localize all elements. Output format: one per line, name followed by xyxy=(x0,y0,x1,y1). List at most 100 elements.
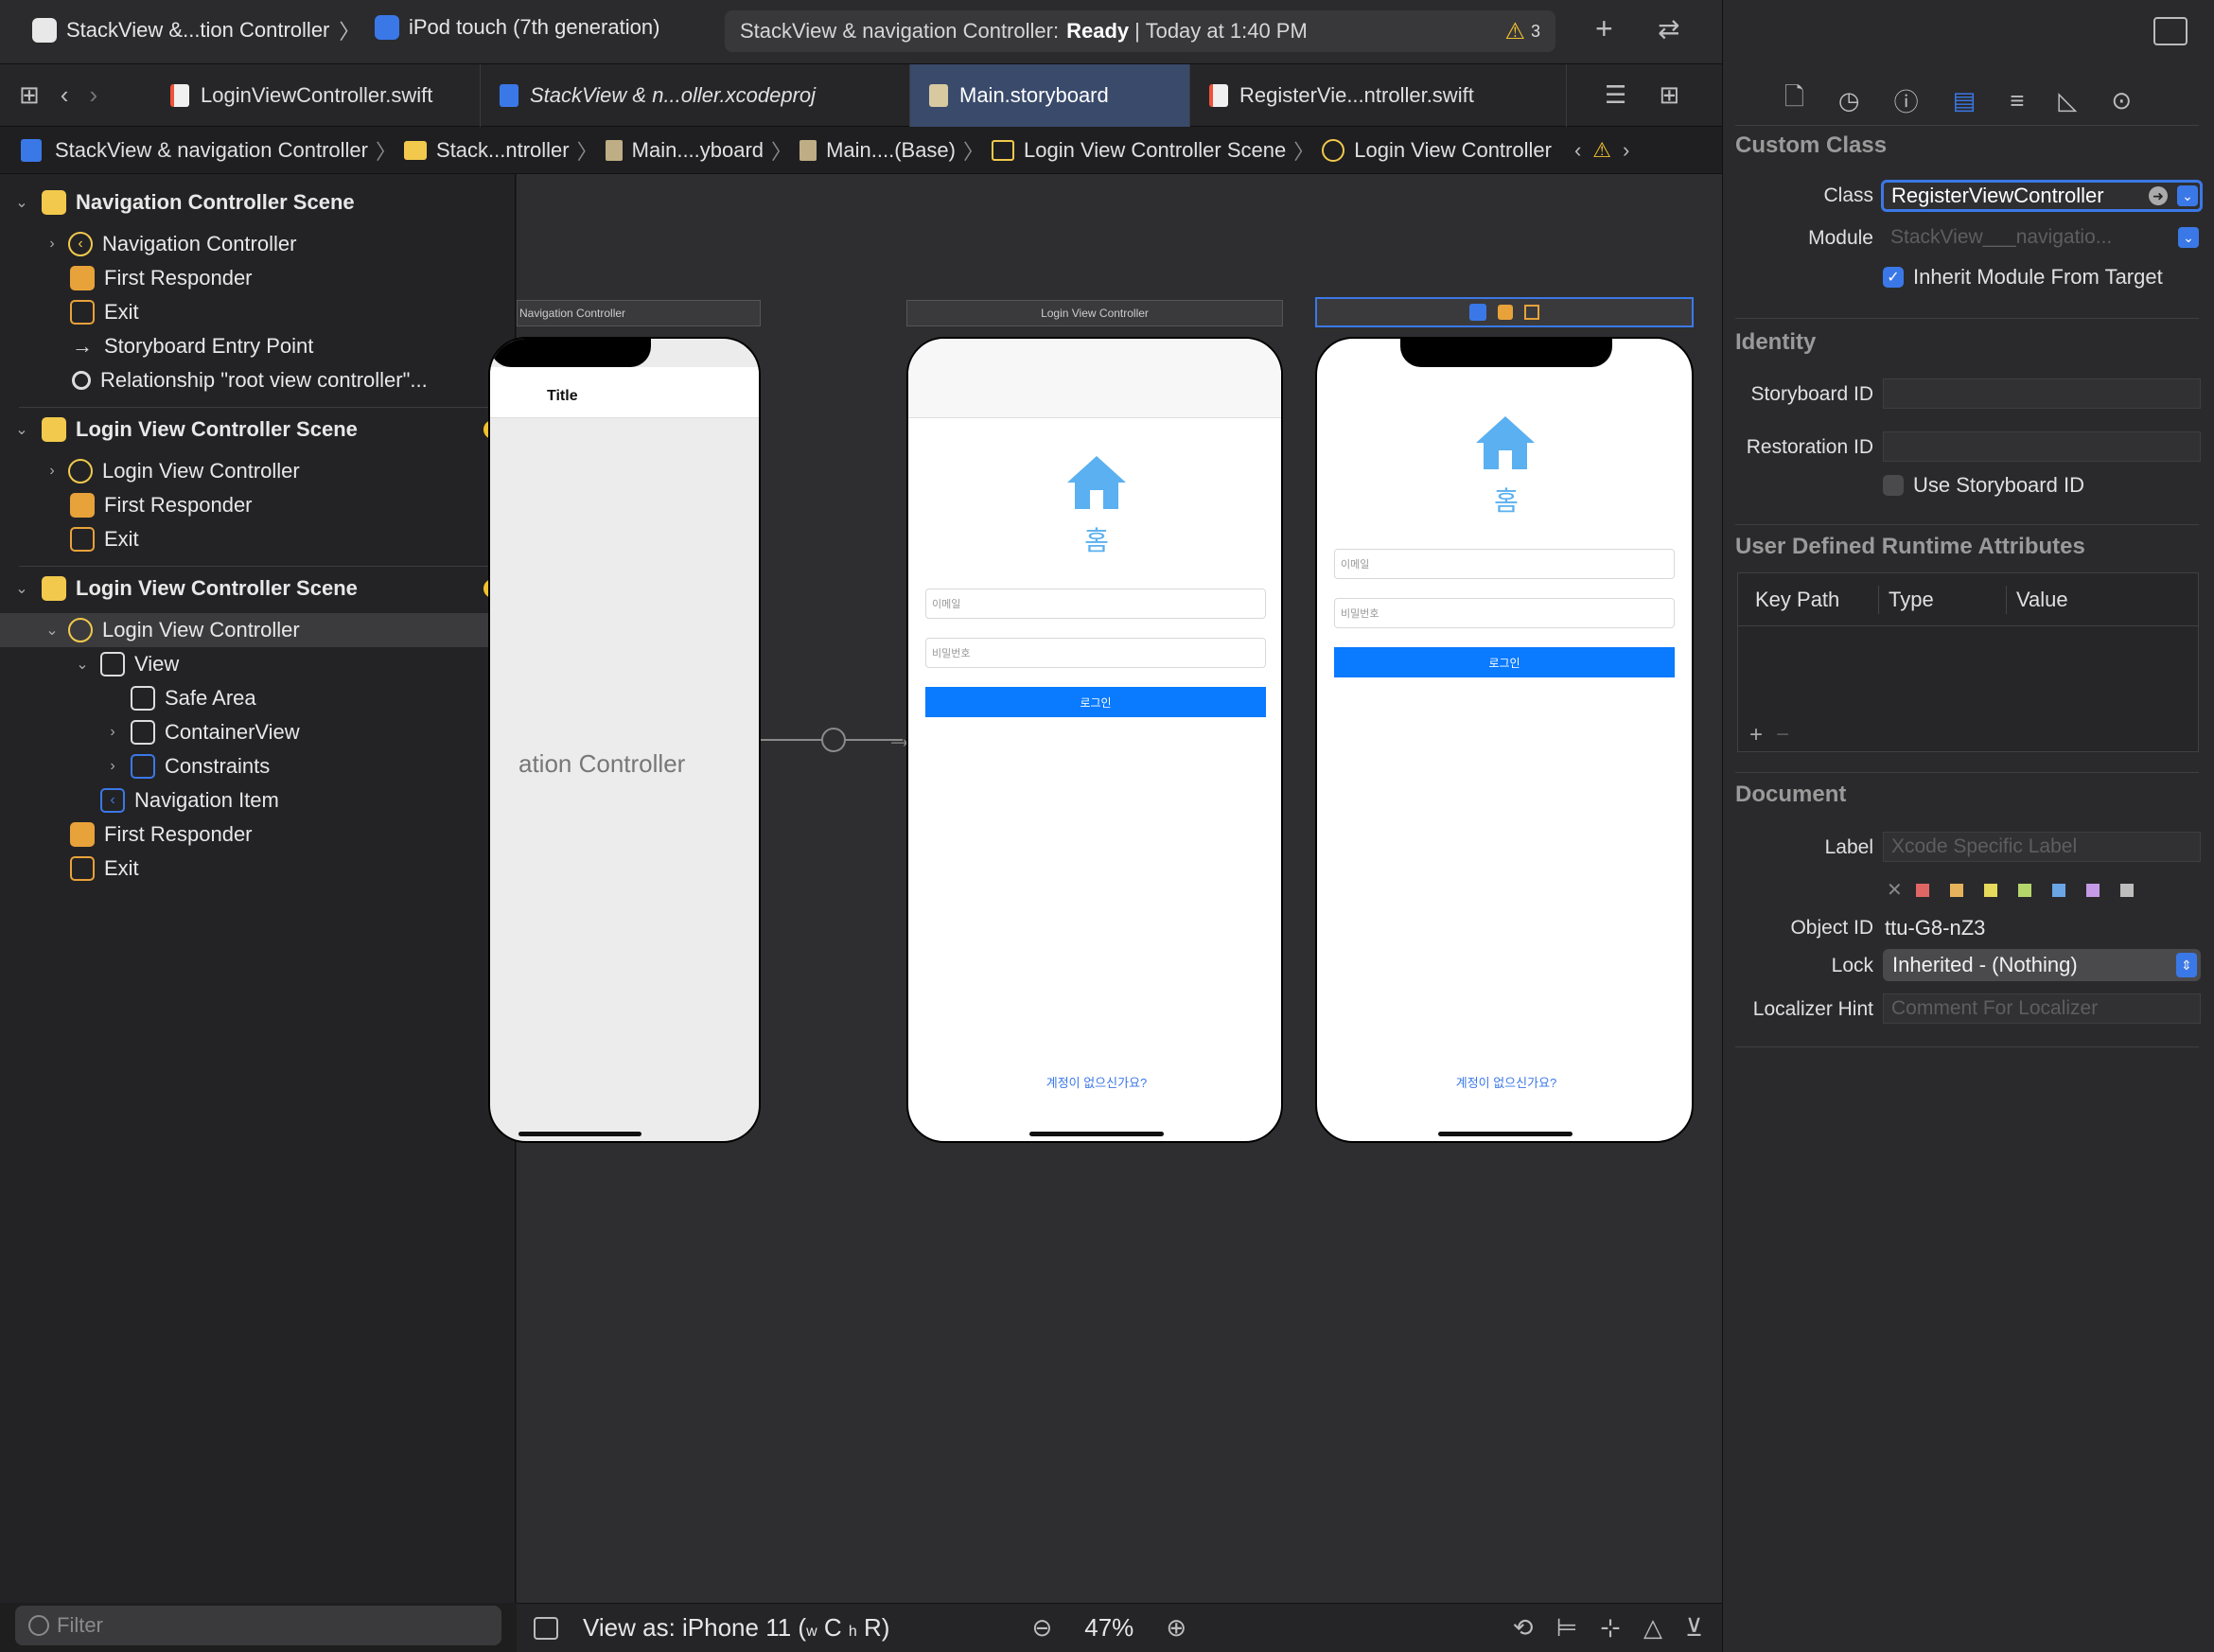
login-button[interactable]: 로그인 xyxy=(925,687,1266,717)
breadcrumb-storyboard[interactable]: Main....yboard xyxy=(632,138,764,163)
scheme-selector[interactable]: StackView &...tion Controller 〉 xyxy=(32,15,360,45)
embed-in-icon[interactable]: ⊻ xyxy=(1685,1613,1703,1643)
disclosure-right-icon[interactable]: › xyxy=(42,463,62,480)
outline-item-first-responder[interactable]: First Responder xyxy=(0,817,516,852)
device-selector[interactable]: iPod touch (7th generation) xyxy=(375,15,659,40)
help-inspector-icon[interactable]: ⓘ xyxy=(1894,83,1919,118)
swatch-green[interactable] xyxy=(2017,883,2031,897)
align-icon[interactable]: ⊨ xyxy=(1556,1613,1578,1643)
disclosure-right-icon[interactable]: › xyxy=(102,758,123,775)
swap-icon[interactable]: ⇄ xyxy=(1658,13,1679,44)
restoration-id-field[interactable] xyxy=(1883,431,2201,462)
outline-filter[interactable]: Filter xyxy=(15,1606,501,1645)
scene-dock-navigation[interactable]: Navigation Controller xyxy=(517,300,761,326)
outline-scene-login-2[interactable]: ⌄ Login View Controller Scene ➜ xyxy=(0,571,516,606)
password-field[interactable]: 비밀번호 xyxy=(1334,598,1675,628)
outline-item-exit[interactable]: Exit xyxy=(0,522,516,556)
swatch-yellow[interactable] xyxy=(1983,883,1997,897)
back-icon[interactable]: ‹ xyxy=(61,80,69,110)
add-icon[interactable]: + xyxy=(1595,11,1613,46)
phone-login-2[interactable]: 홈 이메일 비밀번호 로그인 계정이 없으신가요? xyxy=(1315,337,1694,1143)
column-type[interactable]: Type xyxy=(1889,588,2006,612)
resolve-issues-icon[interactable]: △ xyxy=(1643,1613,1662,1643)
editor-options-icon[interactable]: ☰ xyxy=(1605,80,1626,110)
chevron-right-icon[interactable]: › xyxy=(1623,138,1629,163)
no-account-link[interactable]: 계정이 없으신가요? xyxy=(1317,1073,1692,1091)
update-frames-icon[interactable]: ⟲ xyxy=(1513,1613,1534,1643)
email-field[interactable]: 이메일 xyxy=(1334,549,1675,579)
breadcrumb-project[interactable]: StackView & navigation Controller xyxy=(55,138,368,163)
breadcrumb-folder[interactable]: Stack...ntroller xyxy=(436,138,570,163)
storyboard-id-field[interactable] xyxy=(1883,378,2201,409)
phone-login-1[interactable]: 홈 이메일 비밀번호 로그인 계정이 없으신가요? xyxy=(906,337,1283,1143)
attributes-inspector-icon[interactable]: ≡ xyxy=(2010,86,2024,115)
outline-item-navigation-controller[interactable]: › ‹ Navigation Controller xyxy=(0,227,516,261)
swatch-orange[interactable] xyxy=(1949,883,1963,897)
navigate-arrow-icon[interactable]: ➜ xyxy=(2149,186,2168,205)
storyboard-canvas[interactable]: Navigation Controller Title ation Contro… xyxy=(488,174,1722,1603)
chevron-down-icon[interactable]: ⌄ xyxy=(2177,185,2198,206)
disclosure-down-icon[interactable]: ⌄ xyxy=(72,655,93,674)
inherit-module-checkbox[interactable]: ✓ Inherit Module From Target xyxy=(1883,265,2163,290)
no-account-link[interactable]: 계정이 없으신가요? xyxy=(908,1073,1281,1091)
warning-icon[interactable]: ⚠ xyxy=(1592,138,1611,163)
scene-dock-login-1[interactable]: Login View Controller xyxy=(906,300,1283,326)
outline-scene-navigation[interactable]: ⌄ Navigation Controller Scene xyxy=(0,185,516,220)
zoom-out-icon[interactable]: ⊖ xyxy=(1031,1613,1052,1643)
scene-dock-login-2[interactable] xyxy=(1315,297,1694,327)
chevron-left-icon[interactable]: ‹ xyxy=(1574,138,1581,163)
sidebar-toggle-icon[interactable] xyxy=(534,1616,558,1640)
outline-item-entry-point[interactable]: → Storyboard Entry Point xyxy=(0,329,516,363)
disclosure-down-icon[interactable]: ⌄ xyxy=(11,579,32,598)
outline-scene-login-1[interactable]: ⌄ Login View Controller Scene ➜ xyxy=(0,413,516,447)
outline-item-view[interactable]: ⌄ View xyxy=(0,647,516,681)
outline-item-first-responder[interactable]: First Responder xyxy=(0,261,516,295)
inspector-toggle-icon[interactable] xyxy=(2153,17,2188,45)
outline-item-login-controller[interactable]: › Login View Controller xyxy=(0,454,516,488)
breadcrumb-scene[interactable]: Login View Controller Scene xyxy=(1024,138,1286,163)
connections-inspector-icon[interactable]: ⊙ xyxy=(2111,86,2132,115)
disclosure-down-icon[interactable]: ⌄ xyxy=(11,193,32,212)
disclosure-right-icon[interactable]: › xyxy=(42,236,62,253)
first-responder-dock-icon[interactable] xyxy=(1498,305,1513,320)
identity-inspector-icon[interactable]: ▤ xyxy=(1953,86,1977,115)
warning-icon[interactable]: ⚠ xyxy=(1504,18,1525,45)
tab-xcodeproj[interactable]: StackView & n...oller.xcodeproj xyxy=(481,63,910,127)
tab-login-swift[interactable]: LoginViewController.swift xyxy=(151,63,481,127)
use-storyboard-id-checkbox[interactable]: Use Storyboard ID xyxy=(1883,473,2084,498)
warning-count[interactable]: 3 xyxy=(1531,22,1540,42)
swatch-blue[interactable] xyxy=(2051,883,2065,897)
forward-icon[interactable]: › xyxy=(89,80,97,110)
login-button[interactable]: 로그인 xyxy=(1334,647,1675,677)
zoom-level[interactable]: 47% xyxy=(1084,1613,1133,1643)
grid-icon[interactable]: ⊞ xyxy=(19,80,40,110)
outline-item-safe-area[interactable]: Safe Area xyxy=(0,681,516,715)
outline-item-constraints[interactable]: › Constraints xyxy=(0,749,516,783)
file-inspector-icon[interactable]: 🗋 xyxy=(1784,79,1804,121)
disclosure-down-icon[interactable]: ⌄ xyxy=(11,420,32,439)
outline-item-login-controller-selected[interactable]: ⌄ Login View Controller xyxy=(0,613,516,647)
swatch-gray[interactable] xyxy=(2119,883,2134,897)
add-constraints-icon[interactable]: ⊹ xyxy=(1600,1613,1621,1643)
column-key-path[interactable]: Key Path xyxy=(1755,588,1878,612)
chevron-down-icon[interactable]: ⌄ xyxy=(2178,227,2199,248)
breadcrumb-controller[interactable]: Login View Controller xyxy=(1354,138,1552,163)
email-field[interactable]: 이메일 xyxy=(925,589,1266,619)
phone-navigation-controller[interactable]: Title xyxy=(488,337,761,1143)
add-editor-icon[interactable]: ⊞ xyxy=(1659,80,1679,110)
label-field[interactable]: Xcode Specific Label xyxy=(1883,832,2201,862)
outline-item-exit[interactable]: Exit xyxy=(0,852,516,886)
disclosure-down-icon[interactable]: ⌄ xyxy=(42,621,62,640)
device-config-button[interactable]: View as: iPhone 11 (w C h R) xyxy=(583,1613,889,1643)
disclosure-right-icon[interactable]: › xyxy=(102,724,123,741)
tab-main-storyboard[interactable]: Main.storyboard xyxy=(910,63,1190,127)
add-icon[interactable]: + xyxy=(1749,722,1763,748)
tab-register-swift[interactable]: RegisterVie...ntroller.swift xyxy=(1190,63,1567,127)
outline-item-container-view[interactable]: › ContainerView xyxy=(0,715,516,749)
view-controller-dock-icon[interactable] xyxy=(1469,304,1486,321)
password-field[interactable]: 비밀번호 xyxy=(925,638,1266,668)
localizer-hint-field[interactable]: Comment For Localizer xyxy=(1883,993,2201,1024)
column-value[interactable]: Value xyxy=(2016,588,2068,612)
zoom-in-icon[interactable]: ⊕ xyxy=(1166,1613,1186,1643)
clear-label-icon[interactable]: ✕ xyxy=(1887,878,1903,902)
